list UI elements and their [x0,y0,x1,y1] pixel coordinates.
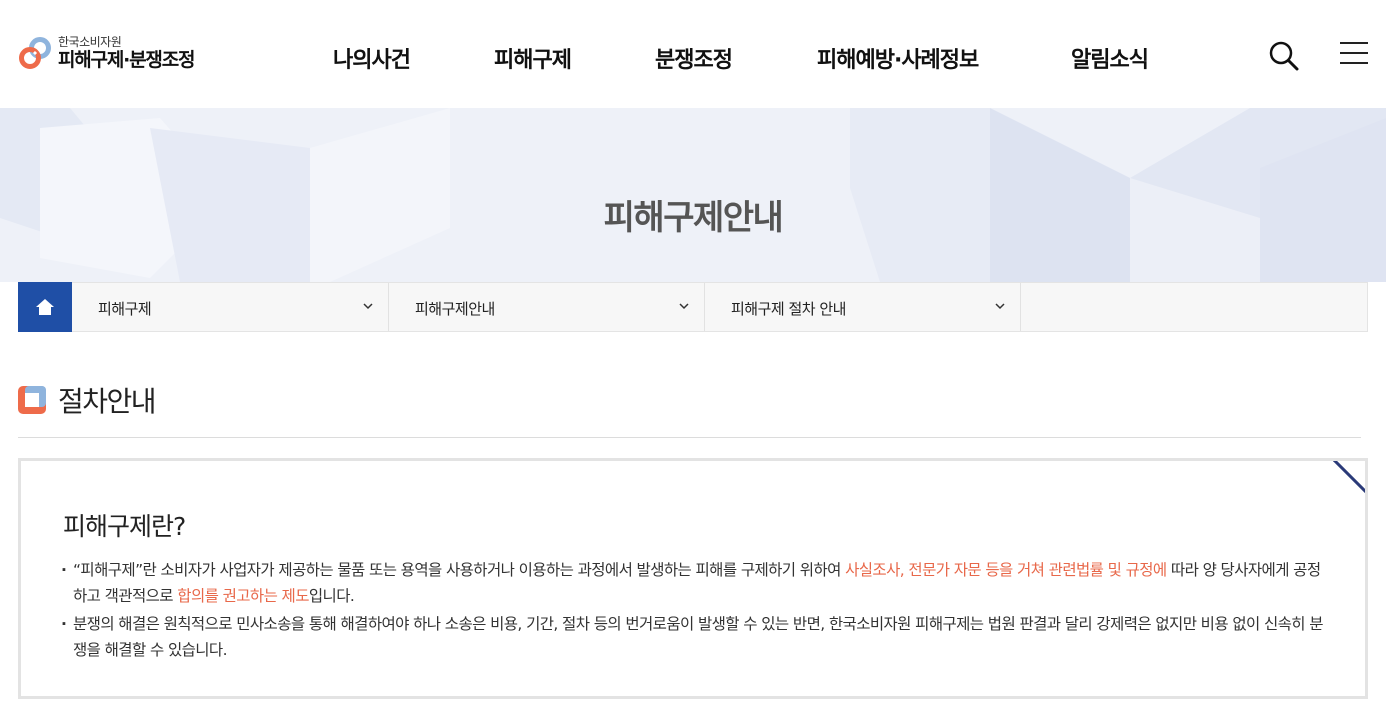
nav-prevention-cases[interactable]: 피해예방·사례정보 [817,42,979,74]
corner-decoration-icon [1333,461,1365,493]
site-logo[interactable]: 한국소비자원 피해구제·분쟁조정 [18,35,195,71]
breadcrumb-level2-select[interactable]: 피해구제안내 [389,283,705,331]
section-divider [18,437,1361,438]
nav-notices[interactable]: 알림소식 [1071,42,1149,74]
info-box: 피해구제란? “피해구제”란 소비자가 사업자가 제공하는 물품 또는 용역을 … [18,458,1368,699]
section-title: 절차안내 [58,385,157,418]
breadcrumb-level2-label: 피해구제안내 [415,300,495,318]
hamburger-icon [1340,42,1368,44]
chevron-down-icon [995,303,1005,310]
section-heading: 절차안내 [18,380,157,420]
highlight-process: 사실조사, 전문가 자문 등을 거쳐 관련법률 및 규정에 [845,561,1167,579]
header: 한국소비자원 피해구제·분쟁조정 나의사건 피해구제 분쟁조정 피해예방·사례정… [0,0,1386,108]
logo-mark-icon [18,36,52,70]
chevron-down-icon [679,303,689,310]
breadcrumb-level1-label: 피해구제 [98,300,152,318]
search-button[interactable] [1268,40,1300,72]
nav-damage-relief[interactable]: 피해구제 [494,42,572,74]
chevron-down-icon [363,303,373,310]
breadcrumb-level1-select[interactable]: 피해구제 [72,283,389,331]
breadcrumb-level3-select[interactable]: 피해구제 절차 안내 [705,283,1021,331]
info-paragraph-resolution: 분쟁의 해결은 원칙적으로 민사소송을 통해 해결하여야 하나 소송은 비용, … [61,611,1324,663]
logo-org-name: 한국소비자원 [58,35,122,49]
nav-dispute-mediation[interactable]: 분쟁조정 [655,42,733,74]
info-paragraph-definition: “피해구제”란 소비자가 사업자가 제공하는 물품 또는 용역을 사용하거나 이… [61,557,1323,609]
section-square-icon [18,386,46,414]
page-visual-banner: 피해구제안내 [0,108,1386,282]
search-icon [1269,41,1299,71]
breadcrumb-home-button[interactable] [18,282,72,332]
info-box-title: 피해구제란? [63,512,186,541]
page-title: 피해구제안내 [603,198,784,238]
logo-service-name: 피해구제·분쟁조정 [58,49,195,71]
menu-button[interactable] [1340,40,1370,68]
nav-my-case[interactable]: 나의사건 [333,42,411,74]
info-box-list: “피해구제”란 소비자가 사업자가 제공하는 물품 또는 용역을 사용하거나 이… [61,557,1324,665]
home-icon [36,299,54,315]
highlight-recommendation: 합의를 권고하는 제도 [177,587,309,605]
breadcrumb: 피해구제 피해구제안내 피해구제 절차 안내 [18,282,1368,332]
breadcrumb-level3-label: 피해구제 절차 안내 [731,300,846,318]
